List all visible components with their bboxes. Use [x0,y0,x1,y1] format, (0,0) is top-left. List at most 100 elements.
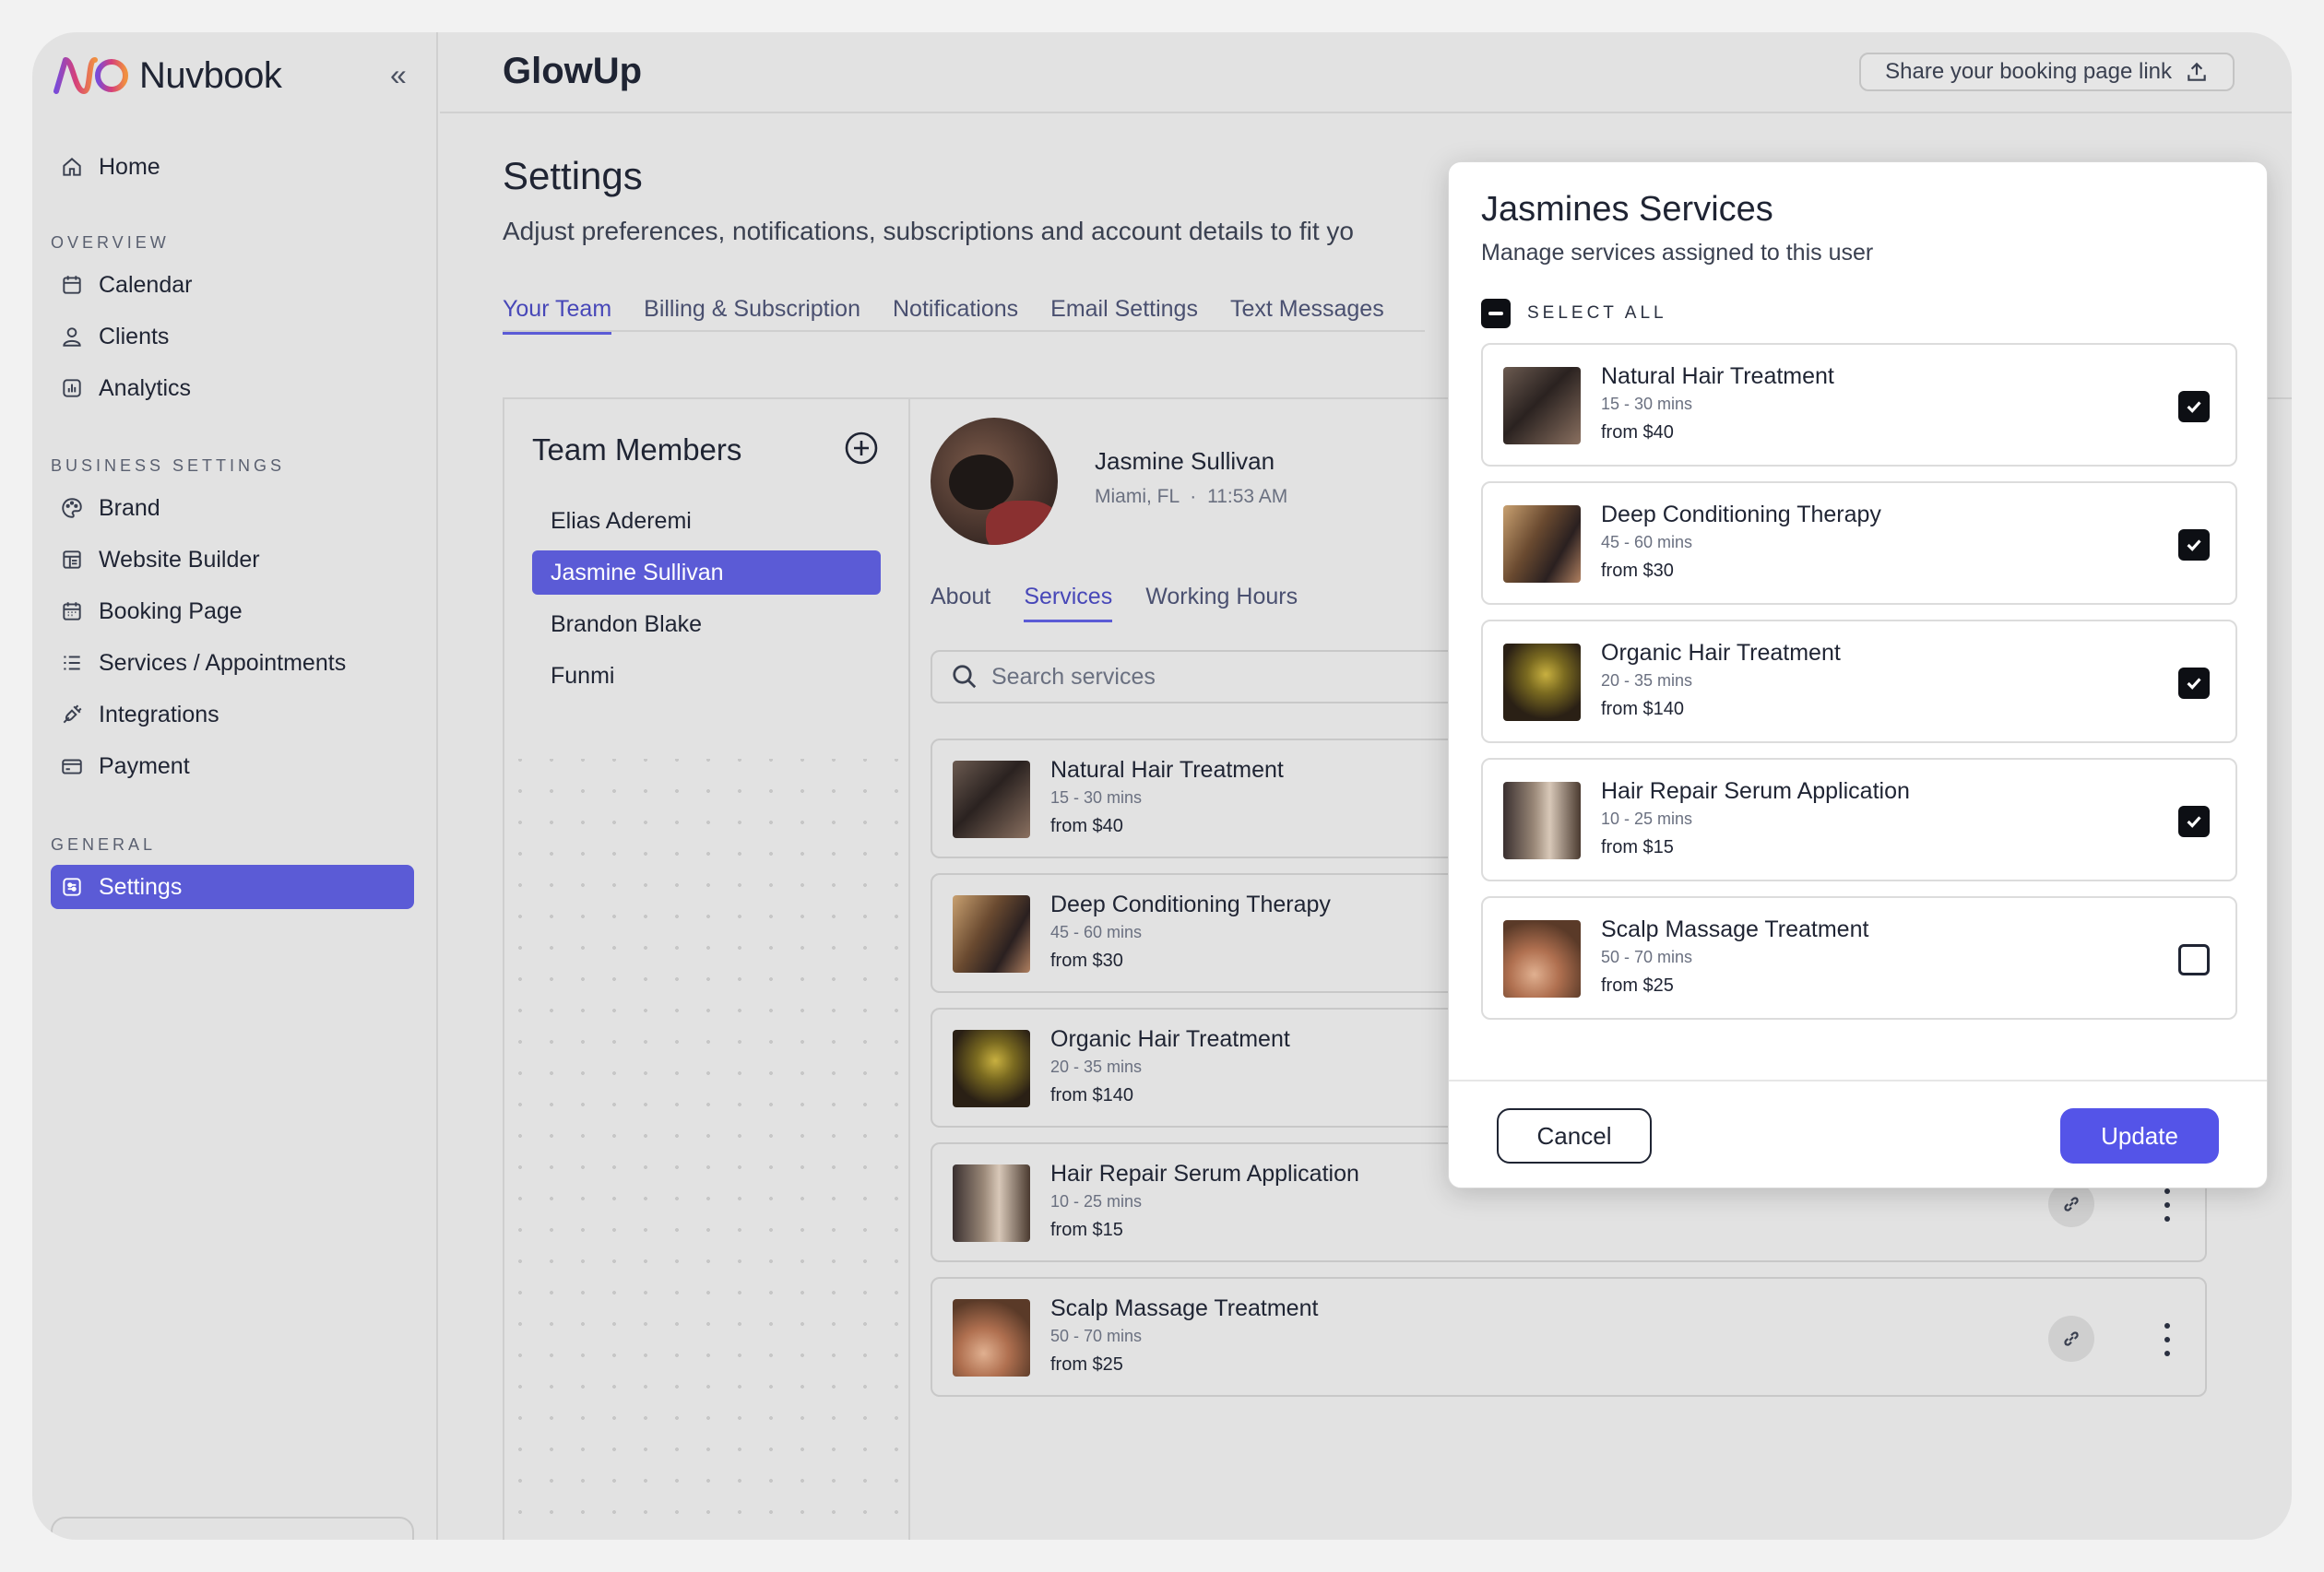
service-price: from $140 [1601,699,1685,719]
dialog-service-hair-repair-serum-application[interactable]: Hair Repair Serum Application 10 - 25 mi… [1481,758,2237,881]
app-name: Nuvbook [139,54,282,96]
checkmark-icon [2187,401,2201,413]
team-members-title: Team Members [532,432,742,467]
sidebar-item-label: Settings [99,873,183,900]
select-all-checkbox[interactable]: SELECT ALL [1481,299,1667,328]
dialog-service-organic-hair-treatment[interactable]: Organic Hair Treatment 20 - 35 mins from… [1481,620,2237,743]
more-options-icon[interactable] [2161,1319,2174,1360]
service-name: Scalp Massage Treatment [1050,1295,1319,1321]
tab-notifications[interactable]: Notifications [893,296,1018,335]
service-checkbox[interactable] [2178,944,2210,975]
dialog-service-scalp-massage-treatment[interactable]: Scalp Massage Treatment 50 - 70 mins fro… [1481,896,2237,1020]
meta-separator: · [1190,486,1197,507]
service-name: Hair Repair Serum Application [1050,1161,1359,1187]
sidebar-item-label: Clients [99,323,170,349]
sidebar-item-label: Calendar [99,271,193,298]
analytics-icon [60,376,84,400]
service-price: from $15 [1601,837,1674,857]
page-title: Settings [503,154,643,197]
service-price: from $40 [1050,816,1123,836]
service-price: from $40 [1601,422,1674,443]
top-header: GlowUp Share your booking page link [440,32,2292,113]
service-duration: 10 - 25 mins [1601,810,1693,828]
more-options-icon[interactable] [2161,1185,2174,1225]
user-icon [60,325,84,349]
member-location-time: Miami, FL · 11:53 AM [1095,486,1287,508]
sidebar-item-payment[interactable]: Payment [51,744,414,788]
sidebar-item-label: Integrations [99,701,219,727]
service-checkbox[interactable] [2178,668,2210,699]
service-checkbox[interactable] [2178,806,2210,837]
tab-billing-subscription[interactable]: Billing & Subscription [644,296,860,335]
service-thumbnail [1503,644,1581,721]
sidebar-section-general: GENERAL [51,835,157,854]
member-location: Miami, FL [1095,486,1180,507]
link-icon [2064,1197,2079,1212]
dialog-service-deep-conditioning-therapy[interactable]: Deep Conditioning Therapy 45 - 60 mins f… [1481,481,2237,605]
service-duration: 20 - 35 mins [1050,1058,1143,1076]
sidebar-item-booking-page[interactable]: Booking Page [51,589,414,633]
indeterminate-checkbox-icon [1481,299,1511,328]
sidebar-item-website-builder[interactable]: Website Builder [51,538,414,582]
sidebar-item-label: Booking Page [99,597,243,624]
tab-about[interactable]: About [931,584,990,622]
sidebar-item-integrations[interactable]: Integrations [51,692,414,737]
service-name: Organic Hair Treatment [1050,1026,1290,1052]
sidebar-item-analytics[interactable]: Analytics [51,366,414,410]
sidebar-item-label: Analytics [99,374,192,401]
service-duration: 45 - 60 mins [1050,923,1143,941]
sidebar-item-label: Website Builder [99,546,260,573]
tab-text-messages[interactable]: Text Messages [1230,296,1384,335]
list-icon [60,651,84,675]
tab-email-settings[interactable]: Email Settings [1050,296,1198,335]
service-name: Deep Conditioning Therapy [1601,502,1881,527]
add-member-icon[interactable] [844,431,879,466]
assign-services-dialog: Jasmines Services Manage services assign… [1448,161,2268,1188]
calendar-icon [60,273,84,297]
service-thumbnail [1503,782,1581,859]
service-duration: 50 - 70 mins [1050,1327,1143,1345]
sidebar-item-services-appointments[interactable]: Services / Appointments [51,641,414,685]
service-thumbnail [953,1299,1030,1377]
dialog-subtitle: Manage services assigned to this user [1481,240,1874,266]
sidebar-item-calendar[interactable]: Calendar [51,263,414,307]
dialog-title: Jasmines Services [1481,190,1773,229]
service-thumbnail [1503,920,1581,998]
card-icon [60,754,84,778]
search-services-field[interactable] [931,650,1484,703]
service-checkbox[interactable] [2178,391,2210,422]
copy-link-button[interactable] [2048,1316,2094,1362]
sidebar-item-home[interactable]: Home [51,145,414,189]
service-checkbox[interactable] [2178,529,2210,561]
update-button[interactable]: Update [2060,1108,2219,1164]
account-menu[interactable] [51,1517,414,1540]
page-subtitle: Adjust preferences, notifications, subsc… [503,217,1354,245]
service-thumbnail [1503,367,1581,444]
collapse-sidebar-icon[interactable]: « [390,58,407,92]
plug-icon [60,703,84,727]
sidebar-item-label: Services / Appointments [99,649,347,676]
sidebar-item-clients[interactable]: Clients [51,314,414,359]
cancel-button[interactable]: Cancel [1497,1108,1652,1164]
tab-working-hours[interactable]: Working Hours [1145,584,1298,622]
tab-your-team[interactable]: Your Team [503,296,612,335]
team-member-funmi[interactable]: Funmi [532,654,881,698]
sidebar-item-brand[interactable]: Brand [51,486,414,530]
service-name: Scalp Massage Treatment [1601,916,1869,942]
avatar [931,418,1058,545]
share-booking-link-button[interactable]: Share your booking page link [1859,53,2235,91]
sidebar-item-label: Home [99,153,160,180]
search-input[interactable] [991,663,1452,691]
service-row-scalp-massage-treatment[interactable]: Scalp Massage Treatment 50 - 70 mins fro… [931,1277,2207,1397]
sidebar-item-settings[interactable]: Settings [51,865,414,909]
service-name: Hair Repair Serum Application [1601,778,1910,804]
team-member-jasmine-sullivan[interactable]: Jasmine Sullivan [532,550,881,595]
sidebar-section-overview: OVERVIEW [51,233,170,252]
service-name: Natural Hair Treatment [1601,363,1834,389]
team-member-brandon-blake[interactable]: Brandon Blake [532,602,881,646]
sidebar-item-label: Brand [99,494,160,521]
tab-services[interactable]: Services [1024,584,1113,622]
service-price: from $15 [1050,1220,1123,1240]
dialog-service-natural-hair-treatment[interactable]: Natural Hair Treatment 15 - 30 mins from… [1481,343,2237,467]
team-member-elias-aderemi[interactable]: Elias Aderemi [532,499,881,543]
